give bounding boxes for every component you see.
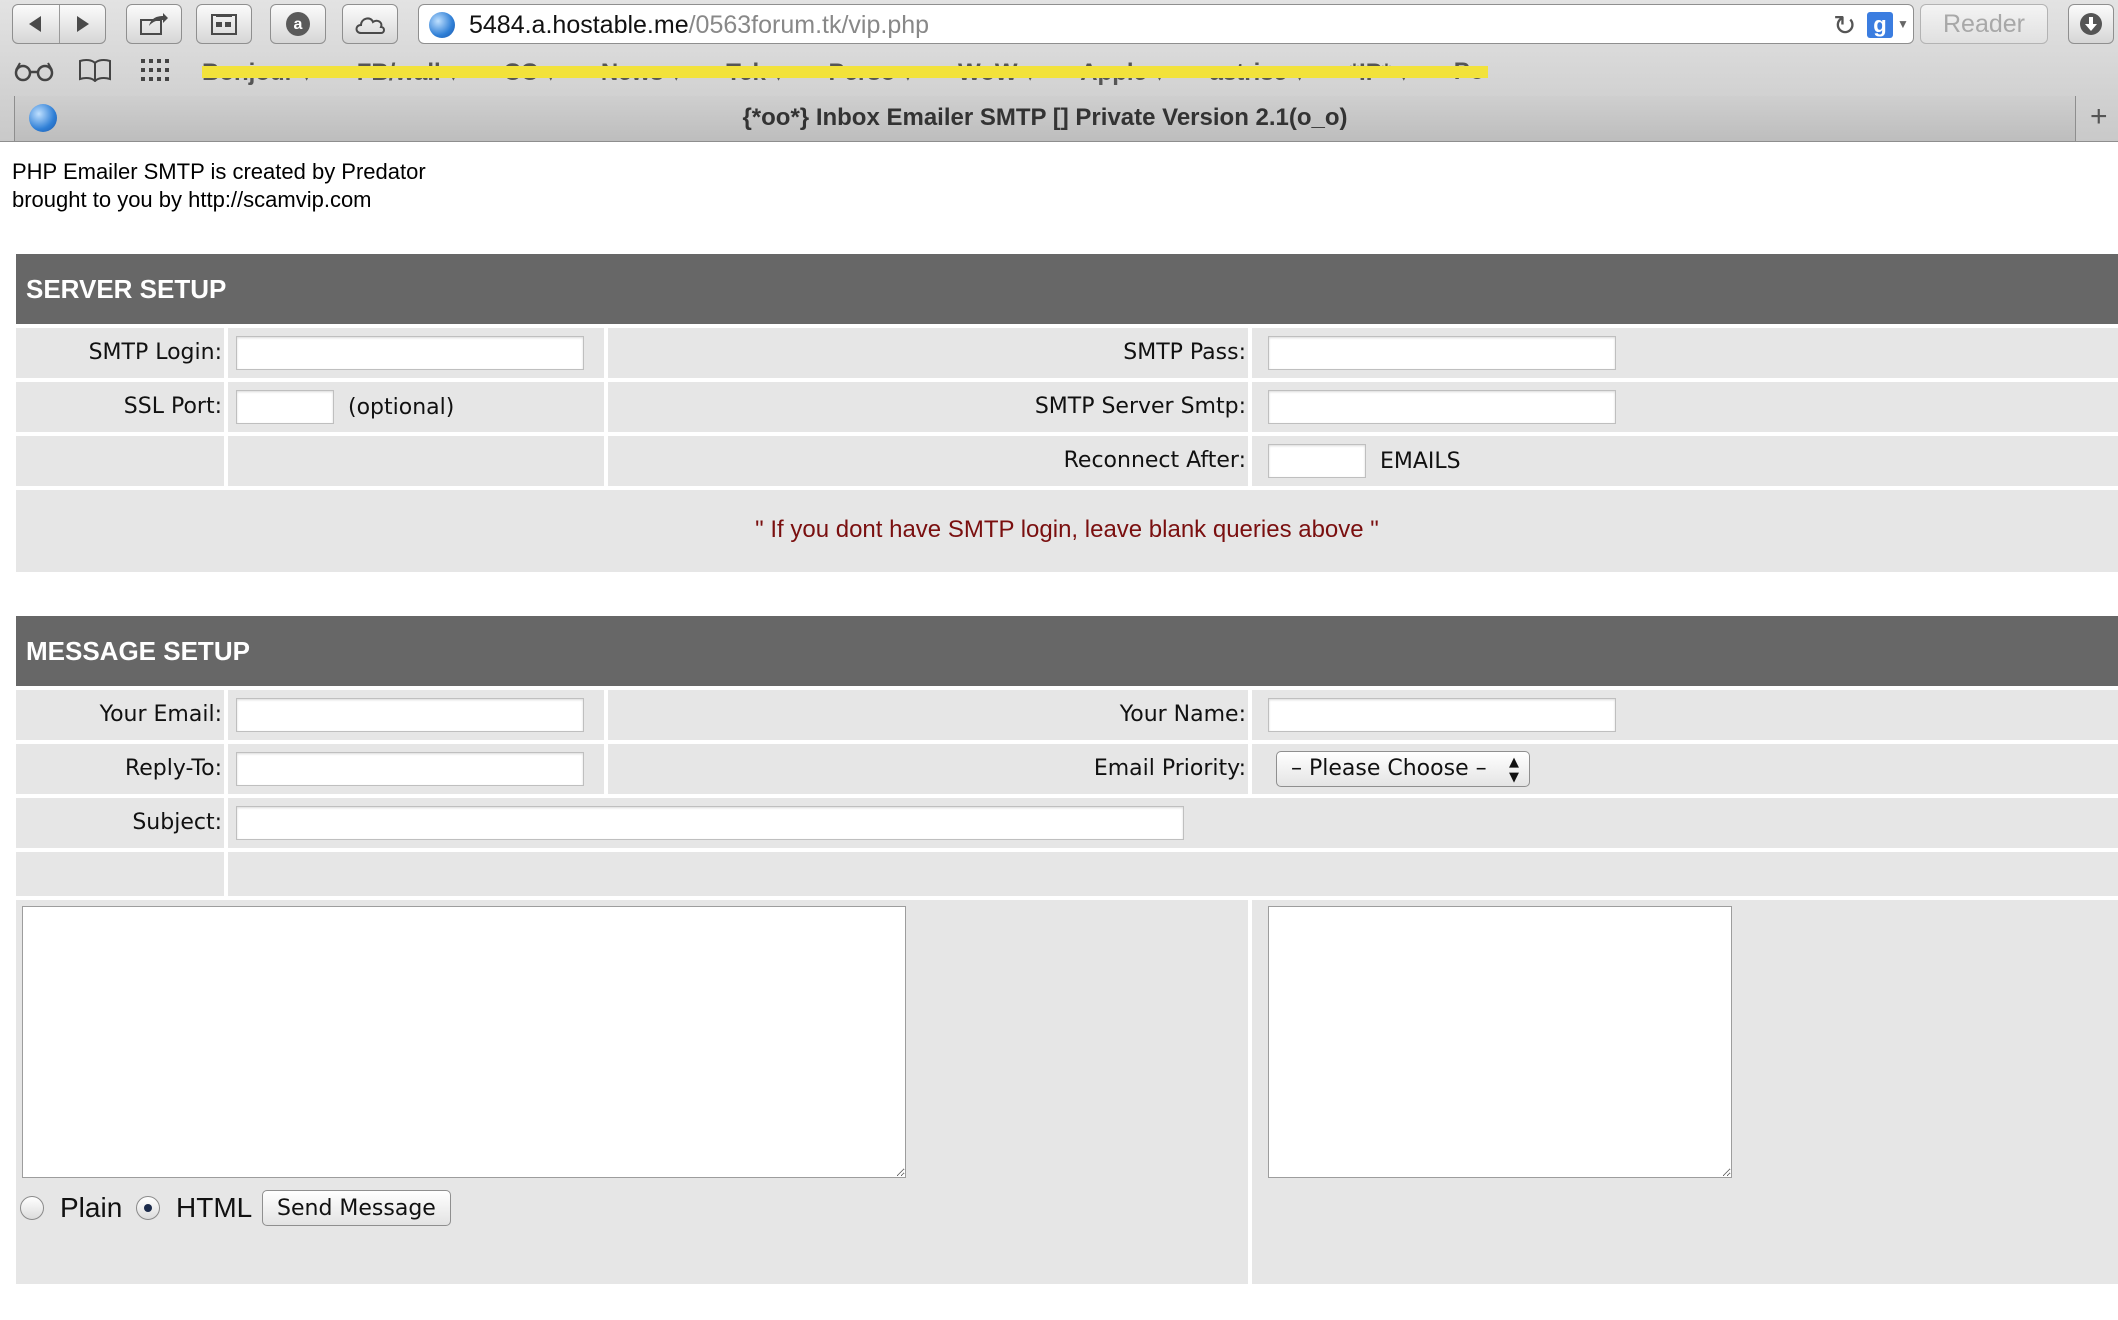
smtp-login-label: SMTP Login:	[88, 340, 222, 365]
your-name-label: Your Name:	[1119, 702, 1246, 727]
page-content: PHP Emailer SMTP is created by Predator …	[0, 142, 2118, 1320]
your-email-input[interactable]	[236, 698, 584, 732]
message-setup-section: MESSAGE SETUP Your Email: Your Name: Rep…	[16, 616, 2118, 1284]
share-icon[interactable]	[126, 4, 182, 44]
reconnect-label: Reconnect After:	[1063, 448, 1246, 473]
cloud-icon[interactable]	[342, 4, 398, 44]
html-radio-label: HTML	[176, 1192, 253, 1223]
search-dropdown-icon[interactable]: ▼	[1897, 17, 1909, 31]
subject-input[interactable]	[236, 806, 1184, 840]
google-search-icon[interactable]: g	[1867, 12, 1893, 38]
globe-icon	[429, 12, 455, 38]
grid-icon[interactable]	[140, 58, 170, 89]
bookmark-redaction-highlight	[202, 66, 1488, 78]
url-text[interactable]: 5484.a.hostable.me/0563forum.tk/vip.php	[469, 11, 929, 40]
reading-list-icon[interactable]	[14, 58, 54, 89]
section-title: MESSAGE SETUP	[16, 616, 2118, 686]
smtp-server-label: SMTP Server Smtp:	[1034, 394, 1246, 419]
subject-label: Subject:	[132, 810, 222, 835]
send-message-button[interactable]: Send Message	[262, 1190, 451, 1226]
reader-button[interactable]: Reader	[1920, 4, 2048, 44]
new-tab-icon[interactable]: +	[2090, 100, 2108, 134]
html-radio[interactable]	[136, 1196, 160, 1220]
form-cell	[228, 436, 604, 486]
svg-text:a: a	[294, 16, 303, 33]
topsites-icon[interactable]	[196, 4, 252, 44]
section-title: SERVER SETUP	[16, 254, 2118, 324]
address-bar[interactable]: 5484.a.hostable.me/0563forum.tk/vip.php …	[418, 4, 1914, 44]
bookmarks-bar: Bonjour ▾ FB/wall ▾ CC ▾ News ▾ Tek ▾ Pe…	[0, 52, 2118, 92]
your-name-input[interactable]	[1268, 698, 1616, 732]
email-priority-select[interactable]: – Please Choose – ▲ ▼	[1276, 751, 1530, 787]
select-arrows-icon: ▲ ▼	[1509, 755, 1519, 785]
credits: PHP Emailer SMTP is created by Predator …	[12, 158, 426, 214]
email-priority-label: Email Priority:	[1093, 756, 1246, 781]
ssl-port-input[interactable]	[236, 390, 334, 424]
forward-icon[interactable]	[58, 5, 106, 43]
url-path: /0563forum.tk/vip.php	[688, 11, 930, 39]
credits-line: brought to you by http://scamvip.com	[12, 187, 372, 212]
back-icon[interactable]	[13, 5, 59, 43]
credits-line: PHP Emailer SMTP is created by Predator	[12, 159, 426, 184]
amazon-icon[interactable]: a	[270, 4, 326, 44]
bookmarks-icon[interactable]	[78, 58, 112, 89]
smtp-server-input[interactable]	[1268, 390, 1616, 424]
tab-bar: {*oo*} Inbox Emailer SMTP [] Private Ver…	[0, 96, 2118, 141]
form-cell	[228, 852, 2118, 896]
your-email-label: Your Email:	[99, 702, 222, 727]
downloads-icon[interactable]	[2068, 4, 2114, 44]
email-priority-selected: – Please Choose –	[1291, 756, 1487, 781]
tab-title: {*oo*} Inbox Emailer SMTP [] Private Ver…	[742, 104, 1348, 131]
reply-to-input[interactable]	[236, 752, 584, 786]
reconnect-unit: EMAILS	[1380, 449, 1461, 474]
message-body-textarea[interactable]	[22, 906, 906, 1178]
smtp-pass-label: SMTP Pass:	[1123, 340, 1246, 365]
smtp-login-input[interactable]	[236, 336, 584, 370]
plain-radio-label: Plain	[60, 1192, 123, 1223]
ssl-port-optional-note: (optional)	[348, 395, 455, 420]
reply-to-label: Reply-To:	[124, 756, 222, 781]
form-cell	[16, 852, 224, 896]
smtp-pass-input[interactable]	[1268, 336, 1616, 370]
back-forward-buttons	[12, 4, 106, 44]
url-host: 5484.a.hostable.me	[469, 11, 689, 39]
active-tab[interactable]: {*oo*} Inbox Emailer SMTP [] Private Ver…	[14, 96, 2076, 141]
reload-icon[interactable]: ↻	[1833, 9, 1856, 42]
email-list-textarea[interactable]	[1268, 906, 1732, 1178]
server-setup-section: SERVER SETUP SMTP Login: SMTP Pass: SSL …	[16, 254, 2118, 572]
smtp-warning-text: " If you dont have SMTP login, leave bla…	[755, 516, 1379, 543]
plain-radio[interactable]	[20, 1196, 44, 1220]
reconnect-input[interactable]	[1268, 444, 1366, 478]
ssl-port-label: SSL Port:	[123, 394, 222, 419]
form-cell	[16, 436, 224, 486]
browser-toolbar: a 5484.a.hostable.me/0563forum.tk/vip.ph…	[0, 0, 2118, 142]
